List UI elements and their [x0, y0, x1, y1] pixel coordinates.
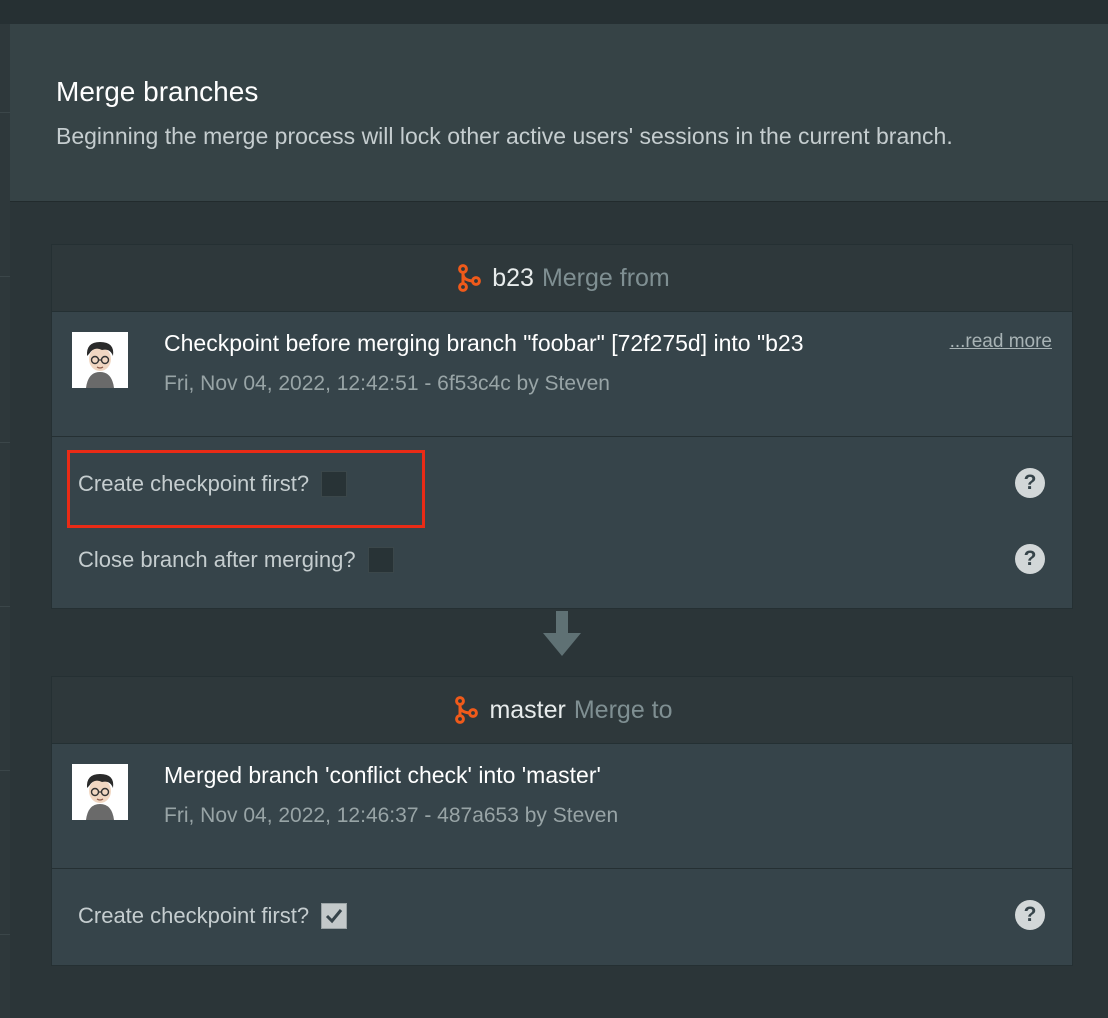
source-branch-role: Merge from	[541, 263, 670, 292]
merge-to-header: master Merge to	[52, 677, 1072, 744]
question-circle-icon[interactable]: ?	[1015, 544, 1045, 574]
merge-from-header: b23 Merge from	[52, 245, 1072, 312]
question-circle-icon[interactable]: ?	[1015, 900, 1045, 930]
source-commit-meta: Fri, Nov 04, 2022, 12:42:51 - 6f53c4c by…	[164, 372, 610, 395]
source-branch-name: b23	[492, 263, 534, 292]
target-create-checkpoint-checkbox[interactable]	[321, 903, 348, 929]
target-commit-message: Merged branch 'conflict check' into 'mas…	[164, 762, 601, 788]
git-branch-icon	[458, 264, 482, 292]
source-commit: Checkpoint before merging branch "foobar…	[52, 312, 1072, 437]
target-branch-role: Merge to	[573, 695, 673, 724]
question-circle-icon[interactable]: ?	[1015, 468, 1045, 498]
checkmark-icon	[326, 909, 343, 924]
target-create-checkpoint-option: Create checkpoint first?	[78, 896, 348, 936]
target-commit-meta: Fri, Nov 04, 2022, 12:46:37 - 487a653 by…	[164, 804, 619, 827]
avatar	[72, 332, 128, 388]
git-branch-icon	[455, 696, 479, 724]
merge-to-panel: master Merge to Merged branch 'conflict …	[51, 676, 1073, 966]
merge-from-panel: b23 Merge from Checkpoint before merging…	[51, 244, 1073, 609]
dialog-header: Merge branches Beginning the merge proce…	[10, 24, 1108, 202]
top-bar	[0, 0, 1108, 24]
read-more-link[interactable]: ...read more	[950, 331, 1052, 353]
avatar	[72, 764, 128, 820]
left-sidebar-edge	[0, 24, 10, 1018]
target-branch-name: master	[489, 695, 566, 724]
highlight-box	[67, 450, 425, 528]
close-branch-option: Close branch after merging?	[78, 540, 394, 580]
close-branch-checkbox[interactable]	[367, 547, 394, 573]
target-commit: Merged branch 'conflict check' into 'mas…	[52, 744, 1072, 869]
close-branch-label: Close branch after merging?	[78, 547, 356, 572]
target-create-checkpoint-label: Create checkpoint first?	[78, 903, 310, 928]
dialog-title: Merge branches	[56, 76, 259, 107]
dialog-subtitle: Beginning the merge process will lock ot…	[56, 123, 953, 149]
source-commit-message: Checkpoint before merging branch "foobar…	[164, 330, 804, 356]
arrow-down-icon	[543, 611, 581, 656]
